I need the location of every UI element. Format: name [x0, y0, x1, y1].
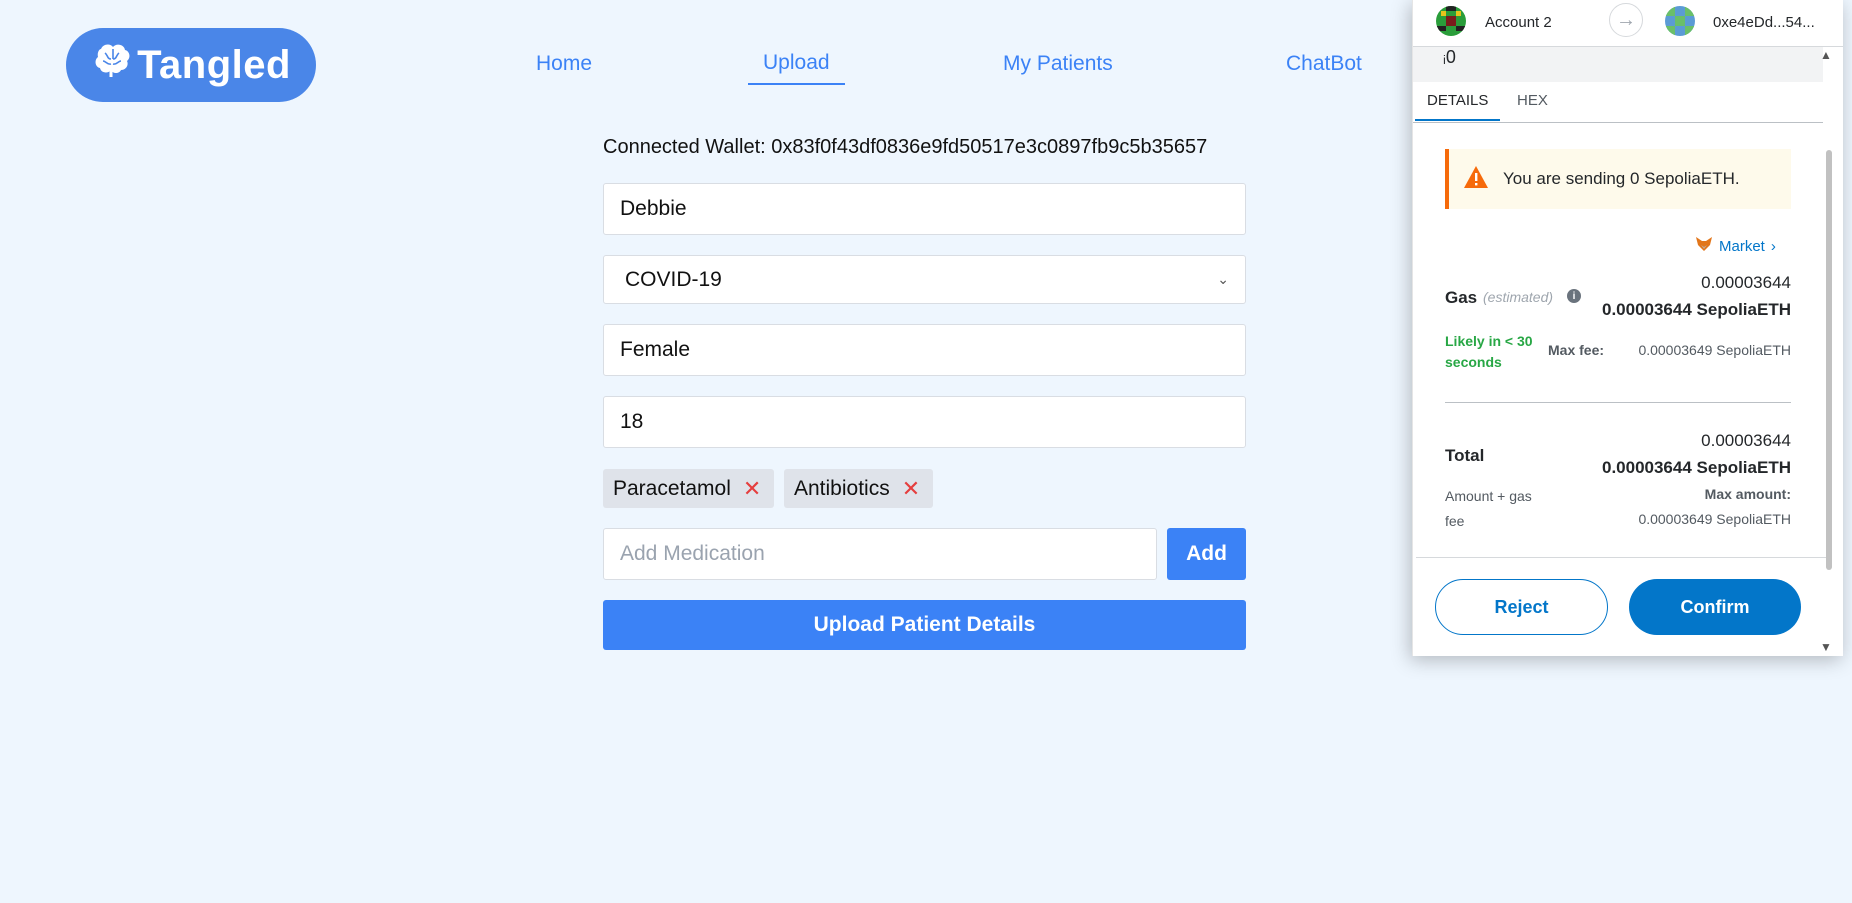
brain-icon	[91, 41, 133, 89]
add-medication-button[interactable]: Add	[1167, 528, 1246, 580]
nav-upload[interactable]: Upload	[748, 51, 845, 85]
chevron-right-icon: ›	[1770, 237, 1776, 255]
gender-value: Female	[620, 338, 691, 361]
total-label: Total	[1445, 446, 1485, 465]
gas-estimated-label: (estimated)	[1483, 289, 1554, 305]
patient-name-input[interactable]: Debbie	[603, 183, 1246, 235]
market-label: Market	[1719, 237, 1765, 255]
remove-icon[interactable]: ✕	[743, 477, 761, 500]
gas-label: Gas	[1445, 288, 1478, 307]
gas-value: 0.00003644	[1701, 273, 1791, 292]
amount-fragment: ᵢ0	[1443, 47, 1456, 67]
warning-text: You are sending 0 SepoliaETH.	[1503, 169, 1740, 188]
tab-hex[interactable]: HEX	[1517, 92, 1548, 119]
account-avatar[interactable]	[1436, 6, 1466, 36]
medication-chip: Antibiotics ✕	[784, 469, 933, 508]
max-amount-value: 0.00003649 SepoliaETH	[1638, 511, 1791, 527]
remove-icon[interactable]: ✕	[902, 477, 920, 500]
market-link[interactable]: Market ›	[1695, 236, 1776, 256]
recipient-address[interactable]: 0xe4eDd...54...	[1713, 14, 1815, 31]
amount-gas-fee-label: Amount + gas fee	[1445, 488, 1532, 529]
nav-home[interactable]: Home	[536, 52, 592, 76]
info-icon[interactable]: i	[1567, 289, 1581, 303]
nav-my-patients[interactable]: My Patients	[1003, 52, 1113, 76]
disease-value: COVID-19	[625, 267, 722, 291]
tx-tabs: DETAILS HEX	[1413, 84, 1823, 123]
age-input[interactable]: 18	[603, 396, 1246, 448]
medication-chip: Paracetamol ✕	[603, 469, 774, 508]
arrow-right-icon: →	[1609, 3, 1643, 37]
confirm-button[interactable]: Confirm	[1629, 579, 1801, 635]
total-value: 0.00003644	[1701, 431, 1791, 450]
disease-select[interactable]: COVID-19 ⌄	[603, 255, 1246, 304]
connected-wallet: Connected Wallet: 0x83f0f43df0836e9fd505…	[603, 136, 1208, 158]
transaction-summary: ᵢ0	[1413, 47, 1823, 82]
age-value: 18	[620, 410, 644, 433]
max-amount-label: Max amount:	[1704, 486, 1791, 502]
scroll-down-icon[interactable]: ▼	[1820, 640, 1832, 654]
account-bar: Account 2 → 0xe4eDd...54...	[1413, 0, 1843, 47]
gender-input[interactable]: Female	[603, 324, 1246, 376]
medication-chip-label: Antibiotics	[794, 476, 890, 500]
scroll-up-icon[interactable]: ▲	[1820, 48, 1832, 62]
brand-name: Tangled	[137, 42, 291, 87]
scrollbar-thumb[interactable]	[1826, 150, 1832, 570]
nav-chatbot[interactable]: ChatBot	[1286, 52, 1362, 76]
recipient-avatar	[1665, 6, 1695, 36]
account-name[interactable]: Account 2	[1485, 14, 1552, 31]
divider	[1445, 402, 1791, 403]
brand-logo[interactable]: Tangled	[66, 28, 316, 102]
upload-patient-details-button[interactable]: Upload Patient Details	[603, 600, 1246, 650]
max-fee-value: 0.00003649 SepoliaETH	[1638, 342, 1791, 358]
tab-details[interactable]: DETAILS	[1415, 92, 1501, 121]
footer-divider	[1416, 557, 1826, 558]
add-medication-input[interactable]	[603, 528, 1157, 580]
likely-time: Likely in < 30 seconds	[1445, 333, 1533, 370]
gas-value-eth: 0.00003644 SepoliaETH	[1601, 300, 1791, 319]
chevron-down-icon: ⌄	[1217, 271, 1229, 287]
max-fee-label: Max fee:	[1548, 342, 1605, 358]
warning-banner: You are sending 0 SepoliaETH.	[1445, 149, 1791, 209]
total-value-eth: 0.00003644 SepoliaETH	[1601, 458, 1791, 477]
warning-icon	[1463, 165, 1489, 194]
reject-button[interactable]: Reject	[1435, 579, 1608, 635]
patient-name-value: Debbie	[620, 197, 687, 220]
medication-chip-label: Paracetamol	[613, 476, 731, 500]
fox-icon	[1695, 236, 1713, 256]
